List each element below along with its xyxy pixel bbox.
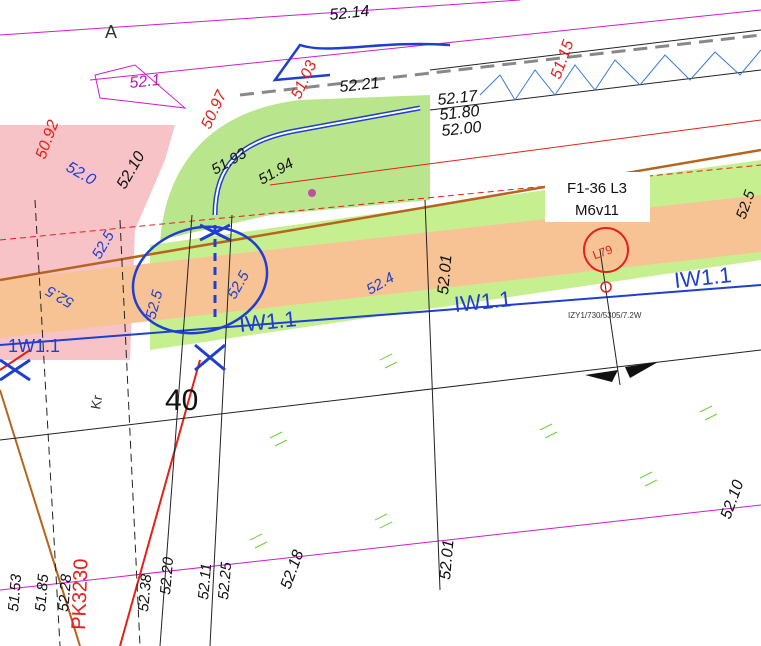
- survey-map: F1-36 L3 M6v11 A 40 Kr IZY1/730/5305/7.2…: [0, 0, 761, 646]
- elevation-label: 51.85: [32, 573, 52, 613]
- elevation-label: 52.00: [441, 119, 483, 140]
- elevation-label: 52.1: [129, 72, 162, 92]
- elevation-label: 52.14: [329, 3, 371, 24]
- elevation-label: 52.25: [215, 561, 235, 601]
- cable-box-line1: F1-36 L3: [567, 180, 627, 197]
- x-marker-bottom: [194, 343, 226, 372]
- elevation-label: 52.10: [718, 478, 748, 522]
- x-marker-left: [0, 358, 31, 382]
- dim-arrow-left: [585, 370, 618, 382]
- elevation-label: 52.21: [339, 75, 381, 96]
- black-line-1: [0, 349, 761, 441]
- pipe-code: IZY1/730/5305/7.2W: [568, 311, 642, 320]
- station-label: 40: [165, 384, 198, 417]
- elevation-label: 52.20: [157, 556, 177, 596]
- road-edge-2: [429, 29, 761, 71]
- elevation-label: 51.53: [5, 573, 25, 613]
- elevation-label: 52.38: [135, 573, 155, 613]
- pipe-label-left: 1W1.1: [8, 336, 60, 356]
- elevation-label: 52.11: [195, 563, 215, 601]
- elevation-label: 51.03: [288, 58, 320, 102]
- street-label: Kr: [87, 394, 105, 411]
- cable-box-line2: M6v11: [575, 202, 619, 219]
- pipe-label-mid: IW1.1: [238, 306, 298, 337]
- pipe-label-right: IW1.1: [453, 286, 513, 317]
- magenta-line-1: [0, 0, 521, 36]
- elevation-label: 52.28: [55, 573, 75, 613]
- sheet-letter: A: [105, 22, 117, 42]
- elevation-label: 52.01: [435, 254, 455, 295]
- elevation-label: 52.01: [437, 539, 457, 580]
- magenta-point: [308, 189, 316, 197]
- elevation-label: 52.18: [278, 548, 308, 592]
